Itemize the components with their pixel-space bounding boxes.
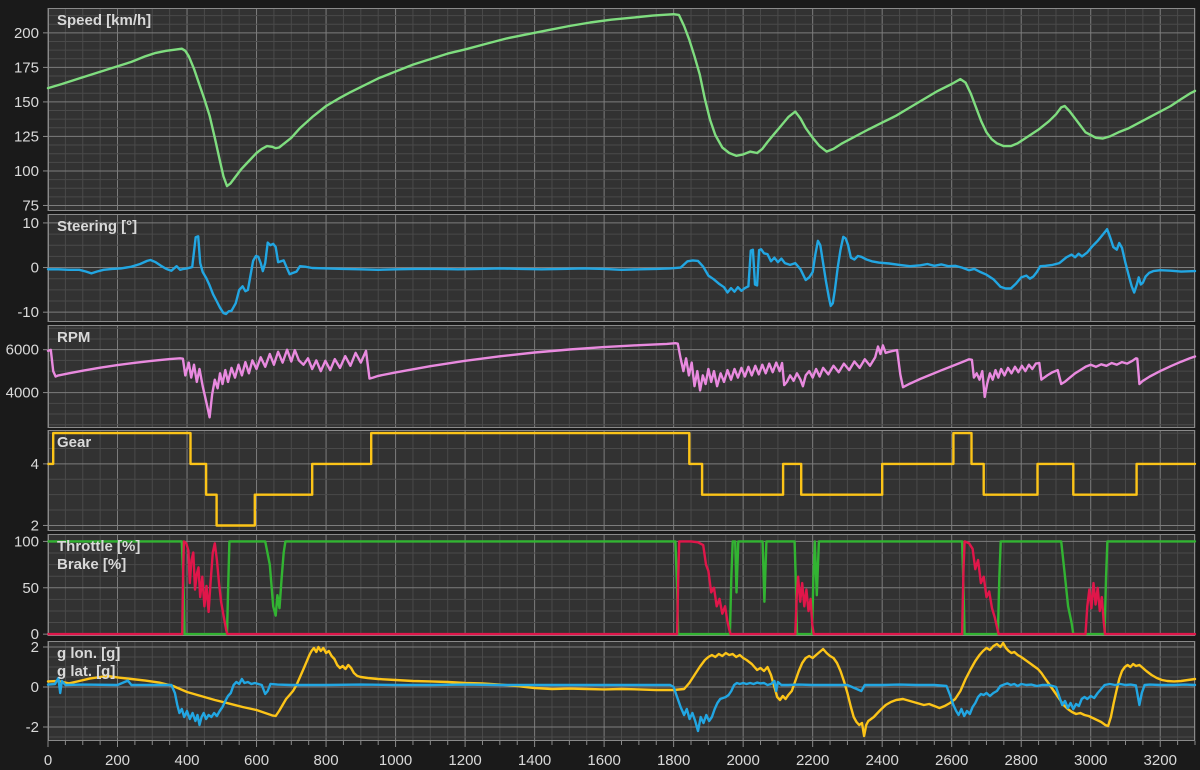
xtick-label: 1600 (587, 752, 620, 769)
speed-label-0: Speed [km/h] (57, 12, 151, 29)
xtick-label: 2000 (726, 752, 759, 769)
gforce-ytick: 2 (31, 639, 39, 656)
speed-panel: 20017515012510075Speed [km/h] (48, 8, 1195, 211)
xtick-label: 2600 (935, 752, 968, 769)
rpm-ytick: 6000 (6, 342, 39, 359)
gforce-panel: 20-2g lon. [g]g lat. [g]0200400600800100… (48, 641, 1195, 741)
speed-ytick: 200 (14, 25, 39, 42)
steering-panel: 100-10Steering [°] (48, 214, 1195, 322)
speed-ytick: 100 (14, 163, 39, 180)
speed-ytick: 75 (22, 197, 39, 214)
xtick-label: 3200 (1144, 752, 1177, 769)
rpm-ytick: 4000 (6, 385, 39, 402)
xtick-label: 2800 (1005, 752, 1038, 769)
speed-plot: 20017515012510075Speed [km/h] (48, 8, 1195, 211)
xtick-label: 600 (244, 752, 269, 769)
xtick-label: 400 (175, 752, 200, 769)
gear-label-0: Gear (57, 434, 91, 451)
steering-ytick: 0 (31, 260, 39, 277)
gforce-ytick: -2 (26, 719, 39, 736)
steering-plot: 100-10Steering [°] (48, 214, 1195, 322)
steering-label-0: Steering [°] (57, 218, 137, 235)
gear-ytick: 2 (31, 517, 39, 534)
steering-ytick: -10 (17, 304, 39, 321)
rpm-panel: 60004000RPM (48, 325, 1195, 428)
speed-ytick: 175 (14, 59, 39, 76)
pedals-ytick: 100 (14, 533, 39, 550)
rpm-label-0: RPM (57, 329, 90, 346)
xtick-label: 0 (44, 752, 52, 769)
gforce-label-1: g lat. [g] (57, 663, 115, 680)
speed-ytick: 125 (14, 128, 39, 145)
xtick-label: 1000 (379, 752, 412, 769)
pedals-label-0: Throttle [%] (57, 538, 140, 555)
xtick-label: 3000 (1074, 752, 1107, 769)
pedals-panel: 100500Throttle [%]Brake [%] (48, 534, 1195, 636)
speed-ytick: 150 (14, 94, 39, 111)
xtick-label: 1400 (518, 752, 551, 769)
xtick-label: 1200 (448, 752, 481, 769)
gear-ytick: 4 (31, 456, 39, 473)
xtick-label: 1800 (657, 752, 690, 769)
xtick-label: 800 (314, 752, 339, 769)
xtick-label: 200 (105, 752, 130, 769)
xtick-label: 2400 (865, 752, 898, 769)
gforce-label-0: g lon. [g] (57, 645, 120, 662)
gforce-ytick: 0 (31, 679, 39, 696)
pedals-label-1: Brake [%] (57, 556, 126, 573)
gear-panel: 42Gear (48, 430, 1195, 531)
pedals-plot: 100500Throttle [%]Brake [%] (48, 534, 1195, 636)
gforce-plot: 20-2g lon. [g]g lat. [g]0200400600800100… (48, 641, 1195, 741)
xtick-label: 2200 (796, 752, 829, 769)
steering-ytick: 10 (22, 215, 39, 232)
pedals-ytick: 50 (22, 580, 39, 597)
telemetry-dashboard: 20017515012510075Speed [km/h] 100-10Stee… (0, 0, 1200, 770)
rpm-plot: 60004000RPM (48, 325, 1195, 428)
gear-plot: 42Gear (48, 430, 1195, 531)
